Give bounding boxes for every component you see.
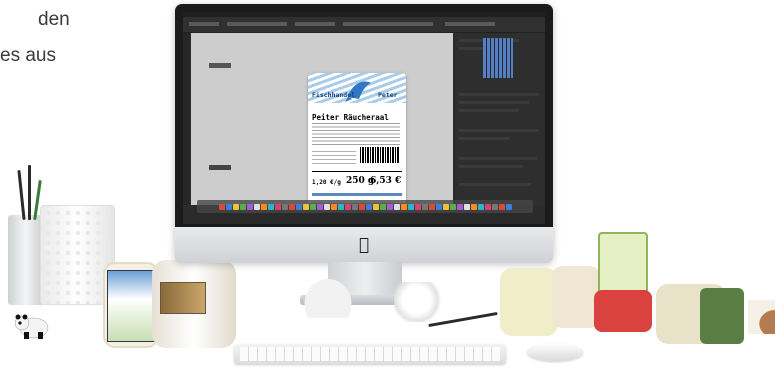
dock-app-icon[interactable] — [393, 203, 400, 210]
label-roll — [598, 232, 648, 296]
product-name: Peiter Räucheraal — [312, 113, 389, 122]
keyboard[interactable] — [234, 344, 506, 364]
label-roll — [552, 266, 600, 328]
mouse[interactable] — [527, 343, 583, 361]
label-roll — [594, 290, 652, 332]
background-text: den es aus — [0, 2, 120, 74]
dock-app-icon[interactable] — [379, 203, 386, 210]
canvas-handle[interactable] — [209, 63, 231, 68]
dock-app-icon[interactable] — [372, 203, 379, 210]
label-roll — [152, 260, 236, 348]
dock-app-icon[interactable] — [246, 203, 253, 210]
dock-app-icon[interactable] — [274, 203, 281, 210]
tools-panel[interactable] — [183, 33, 190, 205]
dock-app-icon[interactable] — [253, 203, 260, 210]
background-text-line2: es aus — [0, 45, 56, 66]
shop-name: Fischhandel — [312, 91, 356, 99]
pencil — [28, 165, 31, 220]
label-preview[interactable]: Fischhandel Peter Peiter Räucheraal 1,20… — [308, 73, 406, 203]
date-fields — [312, 151, 356, 165]
dock-app-icon[interactable] — [386, 203, 393, 210]
dock-app-icon[interactable] — [414, 203, 421, 210]
label-roll — [103, 262, 159, 348]
dock-app-icon[interactable] — [232, 203, 239, 210]
background-text-line1: den — [38, 9, 70, 30]
dock-app-icon[interactable] — [470, 203, 477, 210]
roll-sticker — [107, 270, 157, 342]
dock-app-icon[interactable] — [323, 203, 330, 210]
unit-price: 1,20 €/g — [312, 179, 341, 186]
dock-app-icon[interactable] — [442, 203, 449, 210]
dock-app-icon[interactable] — [456, 203, 463, 210]
dock-app-icon[interactable] — [302, 203, 309, 210]
dock-app-icon[interactable] — [225, 203, 232, 210]
label-roll — [500, 268, 558, 336]
design-canvas[interactable]: Fischhandel Peter Peiter Räucheraal 1,20… — [191, 33, 453, 205]
dock-app-icon[interactable] — [449, 203, 456, 210]
shop-owner: Peter — [378, 91, 398, 99]
price-row: 1,20 €/g 250 g 6,53 € — [312, 171, 402, 192]
dock-app-icon[interactable] — [435, 203, 442, 210]
dock-app-icon[interactable] — [400, 203, 407, 210]
dock-app-icon[interactable] — [505, 203, 512, 210]
dock-app-icon[interactable] — [316, 203, 323, 210]
coffee-mug — [748, 300, 775, 334]
label-footer-bar — [312, 193, 402, 196]
dock-app-icon[interactable] — [477, 203, 484, 210]
dock-app-icon[interactable] — [351, 203, 358, 210]
pencil-cup — [8, 215, 44, 305]
dock-app-icon[interactable] — [421, 203, 428, 210]
label-roll — [700, 288, 744, 344]
crumpled-paper — [394, 282, 444, 322]
panda-figurine — [14, 314, 49, 339]
price: 6,53 € — [370, 176, 402, 186]
dock-app-icon[interactable] — [281, 203, 288, 210]
dock-app-icon[interactable] — [295, 203, 302, 210]
dock-app-icon[interactable] — [428, 203, 435, 210]
dock-app-icon[interactable] — [260, 203, 267, 210]
dock-app-icon[interactable] — [484, 203, 491, 210]
dock-app-icon[interactable] — [358, 203, 365, 210]
bird-figurine — [298, 272, 358, 318]
dock-app-icon[interactable] — [344, 203, 351, 210]
dock-app-icon[interactable] — [288, 203, 295, 210]
app-toolbar[interactable] — [183, 17, 545, 33]
dock-app-icon[interactable] — [407, 203, 414, 210]
canvas-handle[interactable] — [209, 165, 231, 170]
screen: Fischhandel Peter Peiter Räucheraal 1,20… — [183, 12, 545, 224]
keyboard-keys[interactable] — [240, 347, 500, 361]
dock[interactable] — [197, 200, 533, 213]
dock-app-icon[interactable] — [463, 203, 470, 210]
dock-app-icon[interactable] — [218, 203, 225, 210]
dock-app-icon[interactable] — [309, 203, 316, 210]
dock-app-icon[interactable] — [498, 203, 505, 210]
barcode-icon — [360, 147, 400, 163]
apple-logo-icon:  — [356, 236, 372, 254]
roll-sticker — [160, 282, 206, 314]
dock-app-icon[interactable] — [239, 203, 246, 210]
dock-app-icon[interactable] — [330, 203, 337, 210]
dock-app-icon[interactable] — [365, 203, 372, 210]
pencil — [17, 169, 26, 221]
dock-app-icon[interactable] — [267, 203, 274, 210]
dock-app-icon[interactable] — [337, 203, 344, 210]
swatch-panel[interactable] — [483, 38, 513, 78]
dock-app-icon[interactable] — [491, 203, 498, 210]
fish-icon — [345, 81, 371, 102]
ingredients-text — [312, 123, 400, 145]
